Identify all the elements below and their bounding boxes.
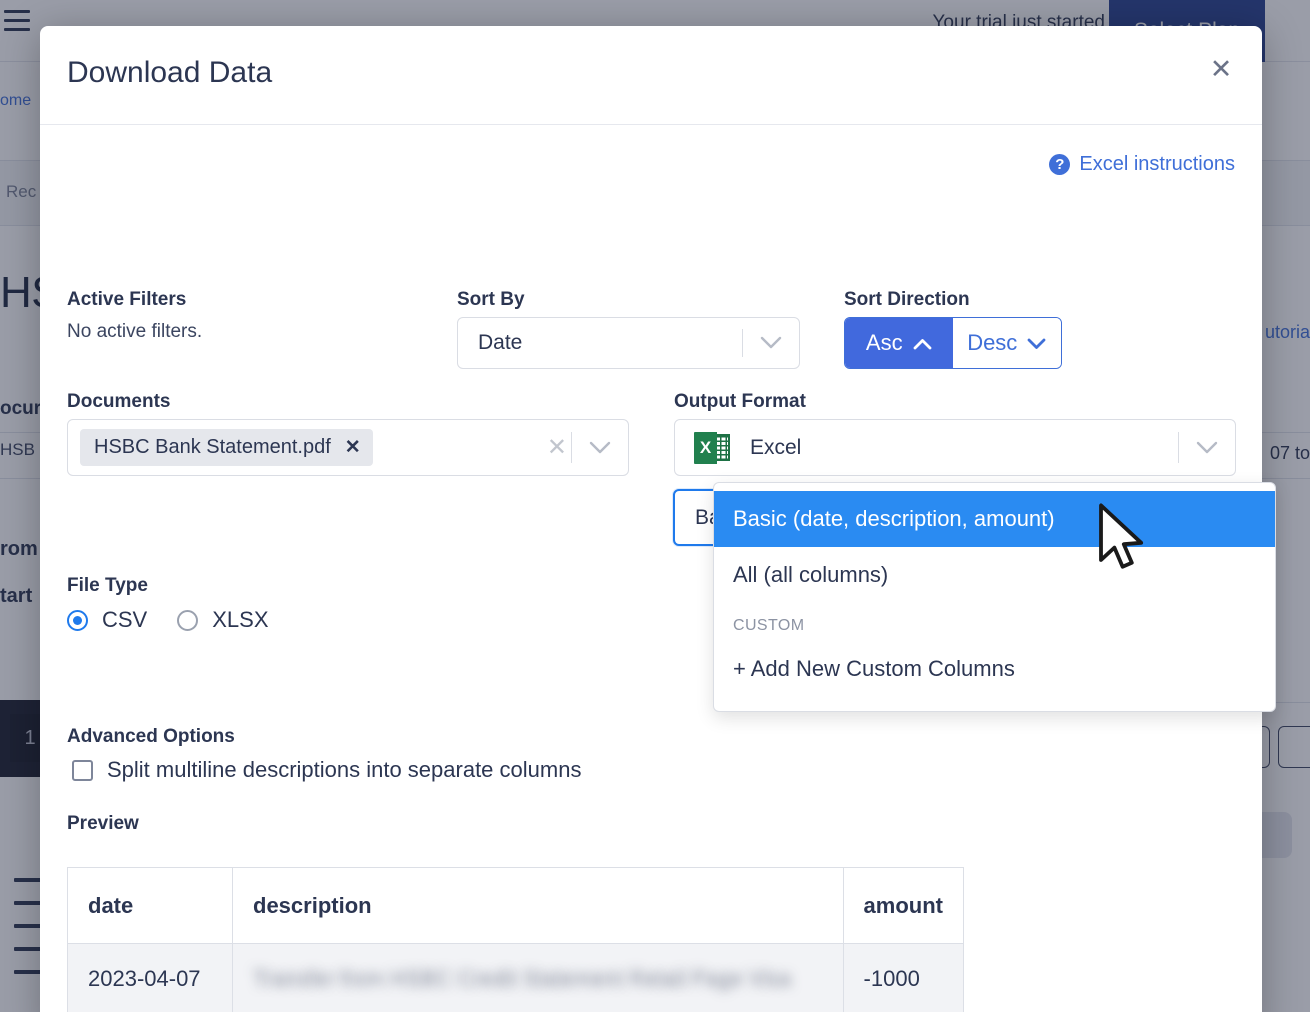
- output-format-label: Output Format: [674, 391, 806, 412]
- preview-table: date description amount 2023-04-07 Trans…: [67, 867, 965, 1012]
- screen: Your trial just started Select Plan ome …: [0, 0, 1310, 1012]
- chevron-up-icon: [913, 330, 932, 356]
- checkbox-split-multiline-label: Split multiline descriptions into separa…: [107, 757, 582, 782]
- output-format-value: Excel: [750, 435, 802, 459]
- columns-dropdown-menu: Basic (date, description, amount) All (a…: [713, 482, 1276, 712]
- active-filters-label: Active Filters: [67, 289, 187, 310]
- file-type-label: File Type: [67, 575, 148, 596]
- preview-label: Preview: [67, 813, 139, 834]
- help-circle-icon: ?: [1049, 154, 1071, 175]
- dropdown-add-custom-columns[interactable]: + Add New Custom Columns: [714, 641, 1275, 697]
- sort-direction-label: Sort Direction: [844, 289, 970, 310]
- dropdown-option-basic[interactable]: Basic (date, description, amount): [714, 491, 1275, 547]
- document-tag[interactable]: HSBC Bank Statement.pdf ✕: [80, 429, 373, 466]
- document-tag-label: HSBC Bank Statement.pdf: [94, 436, 331, 458]
- modal-header: Download Data ✕: [40, 26, 1262, 125]
- checkbox-split-multiline[interactable]: [72, 759, 93, 781]
- modal-title: Download Data: [67, 56, 273, 89]
- sort-asc-label: Asc: [865, 330, 903, 355]
- sort-desc-button[interactable]: Desc: [952, 318, 1061, 368]
- cell-amount: -1000: [842, 943, 965, 1012]
- clear-x-icon[interactable]: ✕: [547, 433, 571, 462]
- sort-by-value: Date: [478, 331, 523, 354]
- close-icon[interactable]: ✕: [1204, 52, 1238, 86]
- radio-xlsx-label: XLSX: [212, 607, 269, 632]
- file-type-radio-group: CSV XLSX: [67, 607, 269, 633]
- chevron-down-icon: [1027, 330, 1046, 356]
- cell-date: 2023-04-07: [67, 943, 233, 1012]
- chevron-down-icon[interactable]: [743, 336, 799, 350]
- split-multiline-row[interactable]: Split multiline descriptions into separa…: [72, 757, 581, 783]
- excel-file-icon: X: [694, 431, 730, 464]
- column-header-date: date: [67, 867, 233, 944]
- dropdown-group-custom: CUSTOM: [733, 617, 805, 634]
- sort-desc-label: Desc: [967, 330, 1018, 355]
- x-icon[interactable]: ✕: [345, 436, 361, 459]
- chevron-down-icon[interactable]: [1179, 441, 1235, 455]
- radio-csv[interactable]: [67, 609, 88, 631]
- sort-direction-toggle: Asc Desc: [844, 317, 1062, 369]
- chevron-down-icon[interactable]: [572, 441, 628, 455]
- output-format-select[interactable]: X Excel: [674, 419, 1236, 476]
- sort-by-select[interactable]: Date: [457, 317, 800, 369]
- excel-instructions-link[interactable]: ? Excel instructions: [1049, 153, 1235, 176]
- documents-label: Documents: [67, 391, 171, 412]
- cell-description: Transfer from HSBC Credit Statement Reta…: [232, 943, 844, 1012]
- radio-csv-label: CSV: [102, 607, 148, 632]
- active-filters-value: No active filters.: [67, 321, 203, 342]
- table-row: 2023-04-07 Transfer from HSBC Credit Sta…: [67, 943, 965, 1012]
- documents-multiselect[interactable]: HSBC Bank Statement.pdf ✕ ✕: [67, 419, 629, 476]
- radio-xlsx[interactable]: [177, 609, 199, 631]
- column-header-description: description: [232, 867, 844, 944]
- excel-instructions-label: Excel instructions: [1079, 153, 1235, 175]
- download-data-modal: Download Data ✕ ? Excel instructions Act…: [40, 26, 1276, 1012]
- dropdown-option-all[interactable]: All (all columns): [714, 547, 1275, 603]
- sort-by-label: Sort By: [457, 289, 525, 310]
- column-header-amount: amount: [842, 867, 965, 944]
- table-header-row: date description amount: [67, 867, 965, 944]
- advanced-options-label: Advanced Options: [67, 726, 235, 747]
- sort-asc-button[interactable]: Asc: [845, 318, 953, 368]
